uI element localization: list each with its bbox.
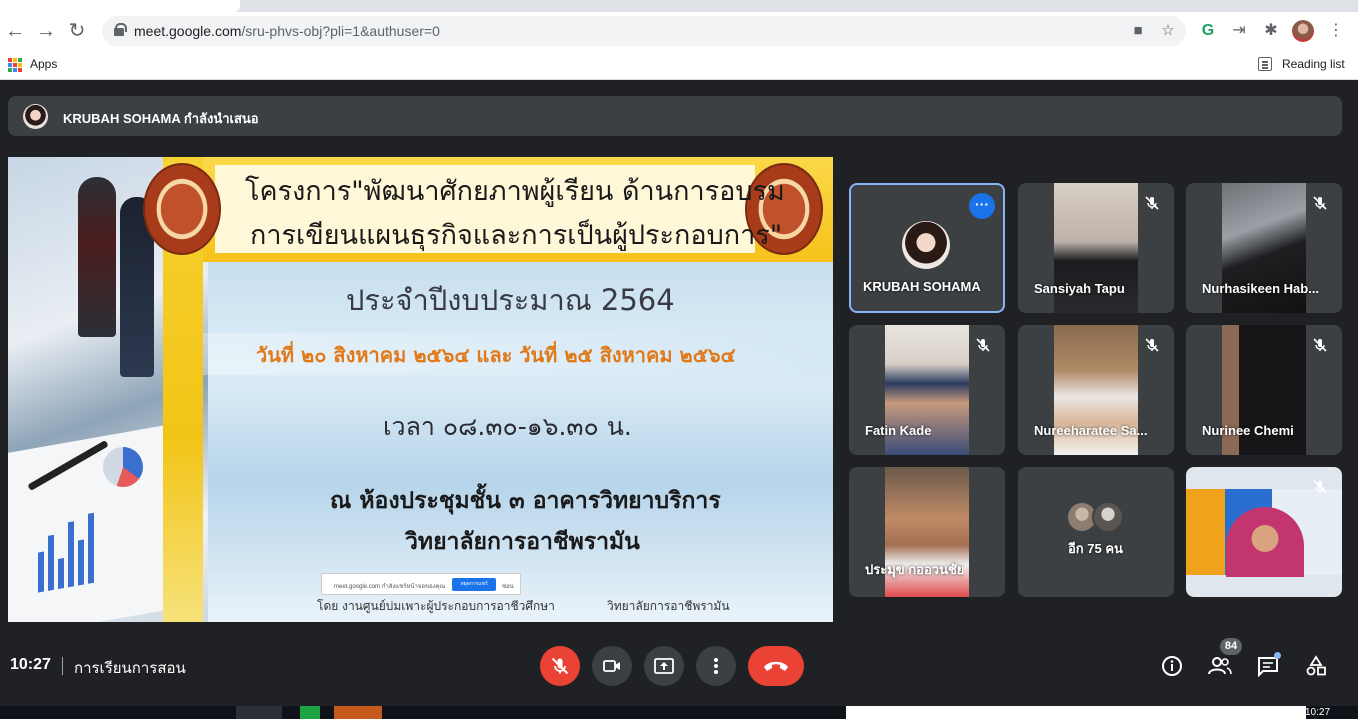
college-seal-left-icon [143,163,221,255]
address-bar[interactable]: meet.google.com/sru-phvs-obj?pli=1&authu… [102,16,1186,46]
reading-list-button[interactable]: Reading list [1282,57,1345,71]
videocam-icon [603,660,620,672]
people-icon[interactable] [1208,654,1232,678]
taskbar-app-icon[interactable] [334,706,382,719]
participant-name: ประมุข กออวนชัย [865,562,965,577]
participant-name: Nurinee Chemi [1202,423,1294,438]
call-end-icon [764,661,788,671]
camera-icon[interactable]: ■ [1128,21,1148,41]
mic-off-icon [975,337,991,353]
participant-tile[interactable]: Nureeharatee Sa... [1018,325,1174,455]
extension-arrow-icon[interactable]: ⇥ [1228,20,1250,42]
more-participants-count: อีก 75 คน [1068,541,1123,556]
participant-name: Nureeharatee Sa... [1034,423,1148,438]
profile-avatar[interactable] [1292,20,1314,42]
tab-strip [0,0,1358,12]
more-options-icon[interactable]: ··· [969,193,995,219]
slide-footer-organizer: โดย งานศูนย์บ่มเพาะผู้ประกอบการอาชีวศึกษ… [317,599,555,613]
leave-call-button[interactable] [748,646,804,686]
participant-name: Fatin Kade [865,423,932,438]
mic-off-icon [1144,337,1160,353]
slide-time: เวลา ๐๘.๓๐-๑๖.๓๐ น. [383,412,632,441]
slide-title-line-1: โครงการ"พัฒนาศักยภาพผู้เรียน ด้านการอบรม [245,176,785,207]
taskbar-clock: 10:27 [1305,707,1331,718]
bookmarks-bar: Apps Reading list [0,50,1358,80]
participant-tile[interactable]: ประมุข กออวนชัย [849,467,1005,597]
more-options-button[interactable] [696,646,736,686]
os-taskbar: 10:27 [0,706,1358,719]
reload-icon[interactable]: ↻ [64,18,90,44]
apps-bookmark[interactable]: Apps [30,57,57,71]
grammarly-extension-icon[interactable]: G [1197,20,1219,42]
extensions-puzzle-icon[interactable]: ✱ [1260,20,1282,42]
screen-share-notice: meet.google.com กำลังแชร์หน้าจอของคุณ หย… [321,573,521,595]
mic-off-icon [551,657,569,675]
participant-avatar [902,221,950,269]
participant-name: Nurhasikeen Hab... [1202,281,1320,296]
more-vert-icon [714,658,718,674]
meeting-clock: 10:27 [10,656,51,673]
screen-share-presentation[interactable]: โครงการ"พัฒนาศักยภาพผู้เรียน ด้านการอบรม… [8,157,833,622]
bookmark-star-icon[interactable]: ☆ [1158,21,1178,41]
slide-fiscal-year: ประจำปีงบประมาณ 2564 [346,283,675,317]
mic-off-icon [1312,195,1328,211]
present-now-button[interactable] [644,646,684,686]
apps-grid-icon[interactable] [8,58,22,72]
chat-notification-dot [1274,652,1281,659]
presenter-bar: KRUBAH SOHAMA กำลังนำเสนอ [8,96,1342,136]
participant-name: KRUBAH SOHAMA [863,279,981,294]
mic-off-icon [1312,337,1328,353]
participant-tile[interactable]: Nurhasikeen Hab... [1186,183,1342,313]
stop-sharing-button[interactable]: หยุดการแชร์ [452,578,496,591]
mic-toggle-button[interactable] [540,646,580,686]
menu-kebab-icon[interactable]: ⋮ [1325,20,1347,42]
participant-tile[interactable]: Nurinee Chemi [1186,325,1342,455]
slide-venue-line-2: วิทยาลัยการอาชีพรามัน [405,529,640,555]
url-text: meet.google.com/sru-phvs-obj?pli=1&authu… [134,23,440,39]
slide-footer-college: วิทยาลัยการอาชีพรามัน [607,599,730,613]
pie-chart-image [103,447,143,487]
forward-icon[interactable]: → [33,18,59,44]
participant-name: Sansiyah Tapu [1034,281,1125,296]
participant-avatar [1092,501,1124,533]
meeting-name: การเรียนการสอน [74,659,186,677]
more-participants-tile[interactable]: อีก 75 คน [1018,467,1174,597]
camera-toggle-button[interactable] [592,646,632,686]
present-screen-icon [654,658,674,674]
participant-tile[interactable]: Sansiyah Tapu [1018,183,1174,313]
active-tab[interactable] [0,0,240,12]
participant-tile[interactable]: ··· KRUBAH SOHAMA [849,183,1005,313]
taskbar-window-preview [846,706,1306,719]
mic-off-icon [1312,479,1328,495]
photo-person [78,177,116,337]
reading-list-icon[interactable] [1258,57,1272,71]
people-count-badge: 84 [1220,638,1242,655]
lock-icon[interactable] [114,23,127,36]
hide-notice-button[interactable]: ซ่อน [502,581,514,591]
participant-tile[interactable] [1186,467,1342,597]
activities-icon[interactable] [1304,654,1328,678]
divider [62,657,63,675]
meeting-details-info-icon[interactable] [1160,654,1184,678]
slide-date: วันที่ ๒๐ สิงหาคม ๒๕๖๔ และ วันที่ ๒๕ สิง… [256,343,736,367]
presenter-avatar [23,104,48,129]
participant-tile[interactable]: Fatin Kade [849,325,1005,455]
presenter-name: KRUBAH SOHAMA กำลังนำเสนอ [63,111,259,126]
slide-title-line-2: การเขียนแผนธุรกิจและการเป็นผู้ประกอบการ" [250,220,783,251]
share-notice-text: meet.google.com กำลังแชร์หน้าจอของคุณ [334,584,446,590]
back-icon[interactable]: ← [2,18,28,44]
taskbar-app-icon[interactable] [300,706,320,719]
mic-off-icon [1144,195,1160,211]
slide-venue-line-1: ณ ห้องประชุมชั้น ๓ อาคารวิทยาบริการ [330,488,721,514]
participant-face [1226,507,1304,577]
browser-toolbar: ← → ↻ meet.google.com/sru-phvs-obj?pli=1… [0,12,1358,50]
taskbar-app-icon[interactable] [236,706,282,719]
